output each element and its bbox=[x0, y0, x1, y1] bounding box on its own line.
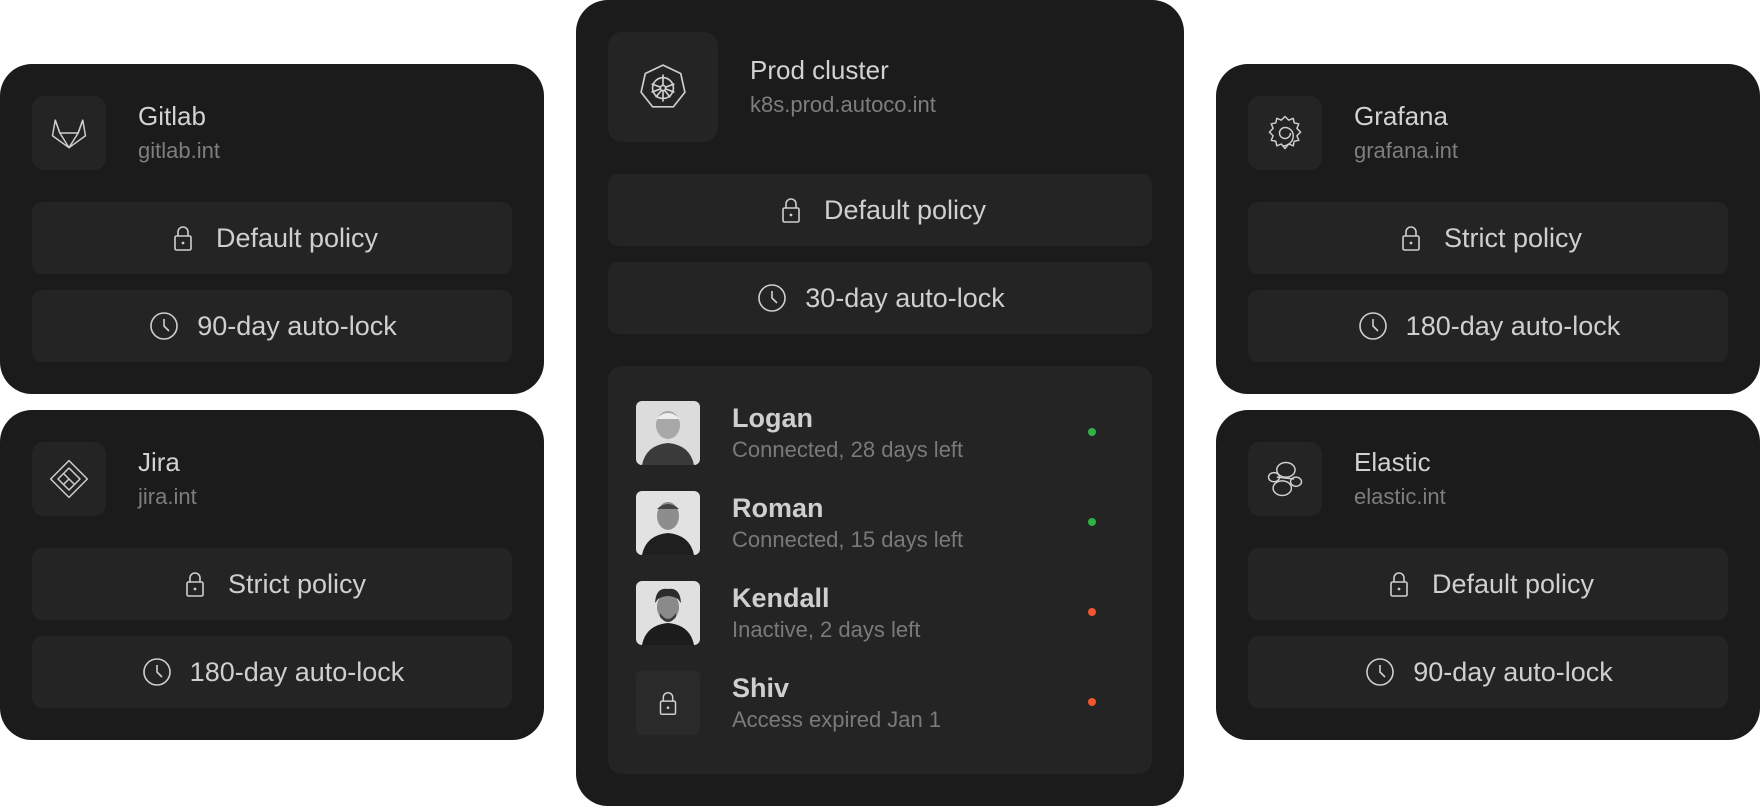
card-header: Jira jira.int bbox=[32, 442, 512, 516]
autolock-button[interactable]: 90-day auto-lock bbox=[1248, 636, 1728, 708]
user-row[interactable]: Shiv Access expired Jan 1 bbox=[636, 658, 1124, 748]
card-header: Elastic elastic.int bbox=[1248, 442, 1728, 516]
user-text: Roman Connected, 15 days left bbox=[732, 491, 963, 555]
user-row[interactable]: Logan Connected, 28 days left bbox=[636, 388, 1124, 478]
card-titles: Elastic elastic.int bbox=[1354, 446, 1446, 512]
autolock-label: 30-day auto-lock bbox=[805, 282, 1005, 313]
resource-host: gitlab.int bbox=[138, 138, 220, 163]
policy-label: Strict policy bbox=[1443, 222, 1583, 253]
status-dot-expiring bbox=[1088, 608, 1096, 616]
status-dot-connected bbox=[1088, 428, 1096, 436]
card-header: Prod cluster k8s.prod.autoco.int bbox=[608, 32, 1152, 142]
resource-name: Grafana bbox=[1354, 101, 1448, 131]
policy-label: Default policy bbox=[823, 194, 987, 225]
user-name: Kendall bbox=[732, 583, 830, 613]
resource-card-grafana[interactable]: Grafana grafana.int Strict policy 180-da… bbox=[1216, 64, 1760, 394]
resource-card-jira[interactable]: Jira jira.int Strict policy 180-day auto… bbox=[0, 410, 544, 740]
resource-host: jira.int bbox=[138, 484, 197, 509]
avatar bbox=[636, 581, 700, 645]
resource-host: elastic.int bbox=[1354, 484, 1446, 509]
resource-name: Elastic bbox=[1354, 447, 1431, 477]
lock-icon bbox=[1382, 567, 1416, 601]
avatar bbox=[636, 491, 700, 555]
clock-icon bbox=[1363, 655, 1397, 689]
lock-icon bbox=[166, 221, 200, 255]
user-status: Access expired Jan 1 bbox=[732, 707, 942, 732]
policy-button[interactable]: Default policy bbox=[608, 174, 1152, 246]
resource-card-prod-cluster[interactable]: Prod cluster k8s.prod.autoco.int Default… bbox=[576, 0, 1184, 806]
autolock-label: 180-day auto-lock bbox=[1405, 310, 1621, 341]
user-name: Logan bbox=[732, 403, 813, 433]
user-text: Logan Connected, 28 days left bbox=[732, 401, 963, 465]
jira-icon bbox=[32, 442, 106, 516]
autolock-button[interactable]: 30-day auto-lock bbox=[608, 262, 1152, 334]
autolock-label: 90-day auto-lock bbox=[197, 310, 397, 341]
card-titles: Prod cluster k8s.prod.autoco.int bbox=[750, 54, 936, 120]
policy-button[interactable]: Strict policy bbox=[1248, 202, 1728, 274]
user-text: Kendall Inactive, 2 days left bbox=[732, 581, 920, 645]
card-titles: Jira jira.int bbox=[138, 446, 197, 512]
clock-icon bbox=[147, 309, 181, 343]
autolock-button[interactable]: 90-day auto-lock bbox=[32, 290, 512, 362]
kubernetes-icon bbox=[608, 32, 718, 142]
user-text: Shiv Access expired Jan 1 bbox=[732, 671, 941, 735]
lock-icon bbox=[774, 193, 808, 227]
card-header: Grafana grafana.int bbox=[1248, 96, 1728, 170]
avatar bbox=[636, 401, 700, 465]
policy-label: Default policy bbox=[1431, 568, 1595, 599]
resource-card-gitlab[interactable]: Gitlab gitlab.int Default policy 90-day … bbox=[0, 64, 544, 394]
user-access-list: Logan Connected, 28 days left Roman Conn… bbox=[608, 366, 1152, 774]
resource-host: k8s.prod.autoco.int bbox=[750, 92, 936, 117]
resource-name: Gitlab bbox=[138, 101, 206, 131]
clock-icon bbox=[140, 655, 174, 689]
user-name: Roman bbox=[732, 493, 824, 523]
resource-name: Prod cluster bbox=[750, 55, 889, 85]
card-titles: Grafana grafana.int bbox=[1354, 100, 1458, 166]
status-dot-connected bbox=[1088, 518, 1096, 526]
user-row[interactable]: Roman Connected, 15 days left bbox=[636, 478, 1124, 568]
lock-icon bbox=[1394, 221, 1428, 255]
user-status: Connected, 15 days left bbox=[732, 527, 964, 552]
policy-label: Default policy bbox=[215, 222, 379, 253]
clock-icon bbox=[755, 281, 789, 315]
user-status: Inactive, 2 days left bbox=[732, 617, 921, 642]
policy-button[interactable]: Strict policy bbox=[32, 548, 512, 620]
autolock-label: 180-day auto-lock bbox=[189, 656, 405, 687]
lock-icon bbox=[659, 692, 677, 715]
clock-icon bbox=[1356, 309, 1390, 343]
status-dot-expiring bbox=[1088, 698, 1096, 706]
policy-button[interactable]: Default policy bbox=[32, 202, 512, 274]
lock-icon bbox=[178, 567, 212, 601]
autolock-label: 90-day auto-lock bbox=[1413, 656, 1613, 687]
resource-card-elastic[interactable]: Elastic elastic.int Default policy 90-da… bbox=[1216, 410, 1760, 740]
elastic-icon bbox=[1248, 442, 1322, 516]
resource-cards-board: Gitlab gitlab.int Default policy 90-day … bbox=[0, 0, 1760, 806]
user-row[interactable]: Kendall Inactive, 2 days left bbox=[636, 568, 1124, 658]
grafana-icon bbox=[1248, 96, 1322, 170]
user-status: Connected, 28 days left bbox=[732, 437, 964, 462]
autolock-button[interactable]: 180-day auto-lock bbox=[32, 636, 512, 708]
policy-label: Strict policy bbox=[227, 568, 367, 599]
gitlab-icon bbox=[32, 96, 106, 170]
policy-button[interactable]: Default policy bbox=[1248, 548, 1728, 620]
card-titles: Gitlab gitlab.int bbox=[138, 100, 220, 166]
autolock-button[interactable]: 180-day auto-lock bbox=[1248, 290, 1728, 362]
card-header: Gitlab gitlab.int bbox=[32, 96, 512, 170]
avatar-locked bbox=[636, 671, 700, 735]
resource-name: Jira bbox=[138, 447, 180, 477]
resource-host: grafana.int bbox=[1354, 138, 1458, 163]
user-name: Shiv bbox=[732, 673, 790, 703]
